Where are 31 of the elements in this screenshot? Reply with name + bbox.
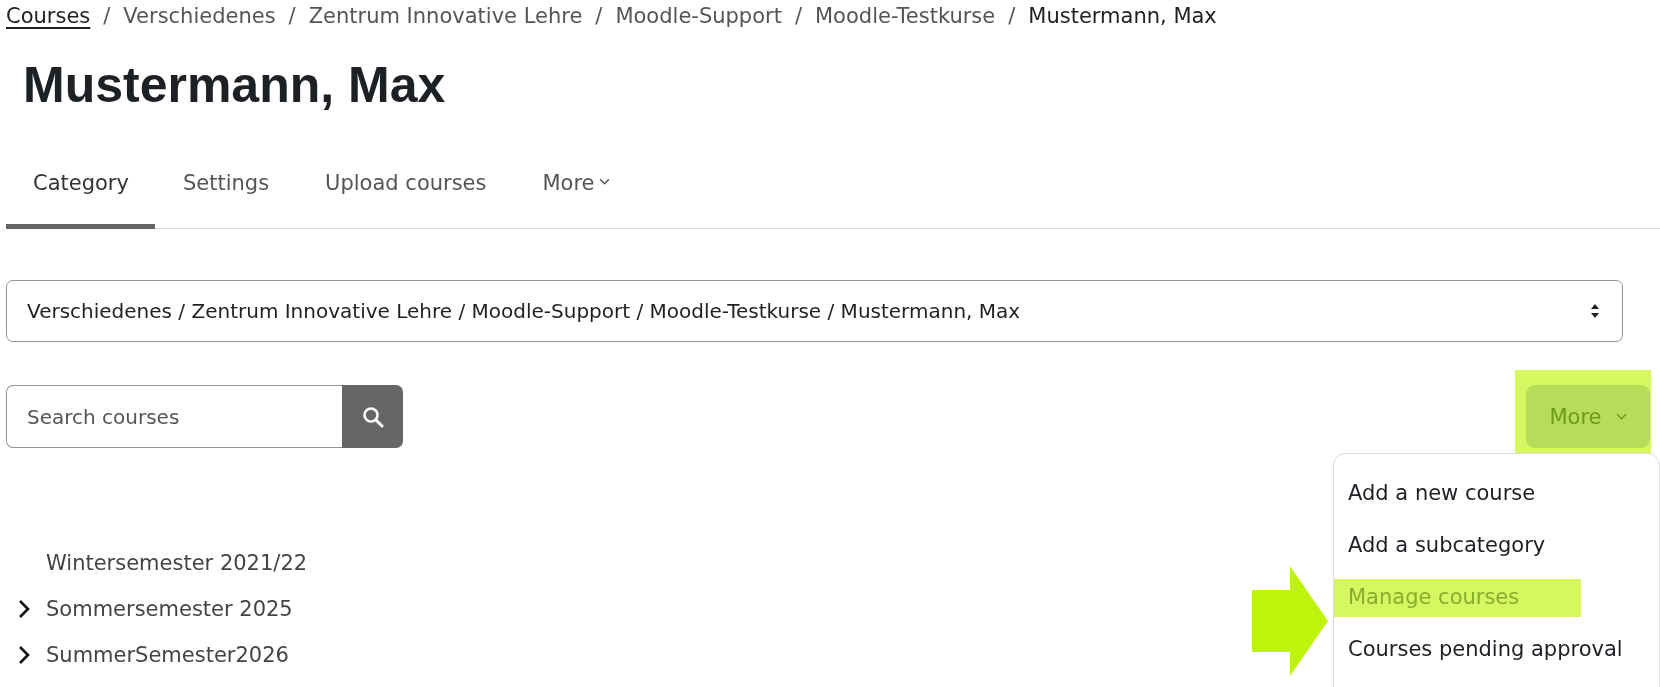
chevron-right-icon[interactable] — [18, 599, 30, 619]
category-select[interactable]: Verschiedenes / Zentrum Innovative Lehre / Moodle-Support / Moodle-Testkurse / Mustermann, Max — [6, 280, 1623, 342]
breadcrumb-separator: / — [288, 4, 296, 28]
breadcrumb-separator: / — [794, 4, 802, 28]
breadcrumb-separator: / — [1008, 4, 1016, 28]
menu-item[interactable]: Courses pending approval — [1334, 631, 1660, 669]
category-link[interactable]: Sommersemester 2025 — [46, 597, 293, 621]
breadcrumb-separator: / — [595, 4, 603, 28]
breadcrumb-link[interactable]: Courses — [6, 4, 91, 28]
chevron-down-icon — [598, 177, 610, 185]
category-link[interactable]: SummerSemester2026 — [46, 643, 289, 667]
breadcrumb-item: Moodle-Support — [615, 4, 782, 28]
nav-tab[interactable]: More — [514, 142, 638, 229]
nav-tab[interactable]: Upload courses — [297, 142, 515, 229]
search-button[interactable] — [342, 385, 403, 448]
search-icon — [361, 405, 384, 428]
sort-arrows-icon — [1590, 303, 1600, 319]
nav-tab[interactable]: Category — [6, 142, 155, 229]
category-link[interactable]: Wintersemester 2021/22 — [46, 551, 308, 575]
breadcrumb-item: Moodle-Testkurse — [815, 4, 996, 28]
search-field[interactable]: Search courses — [6, 385, 342, 448]
menu-item[interactable]: Add a new course — [1334, 475, 1598, 513]
chevron-right-icon[interactable] — [18, 645, 30, 665]
breadcrumb-item: Mustermann, Max — [1028, 4, 1217, 28]
breadcrumb-separator: / — [103, 4, 111, 28]
menu-item[interactable]: Add a subcategory — [1334, 527, 1608, 565]
breadcrumb-item: Verschiedenes — [123, 4, 276, 28]
breadcrumb-item: Zentrum Innovative Lehre — [308, 4, 583, 28]
nav-tab[interactable]: Settings — [154, 142, 298, 229]
page-title: Mustermann, Max — [23, 56, 447, 115]
chevron-down-icon — [1615, 413, 1627, 420]
